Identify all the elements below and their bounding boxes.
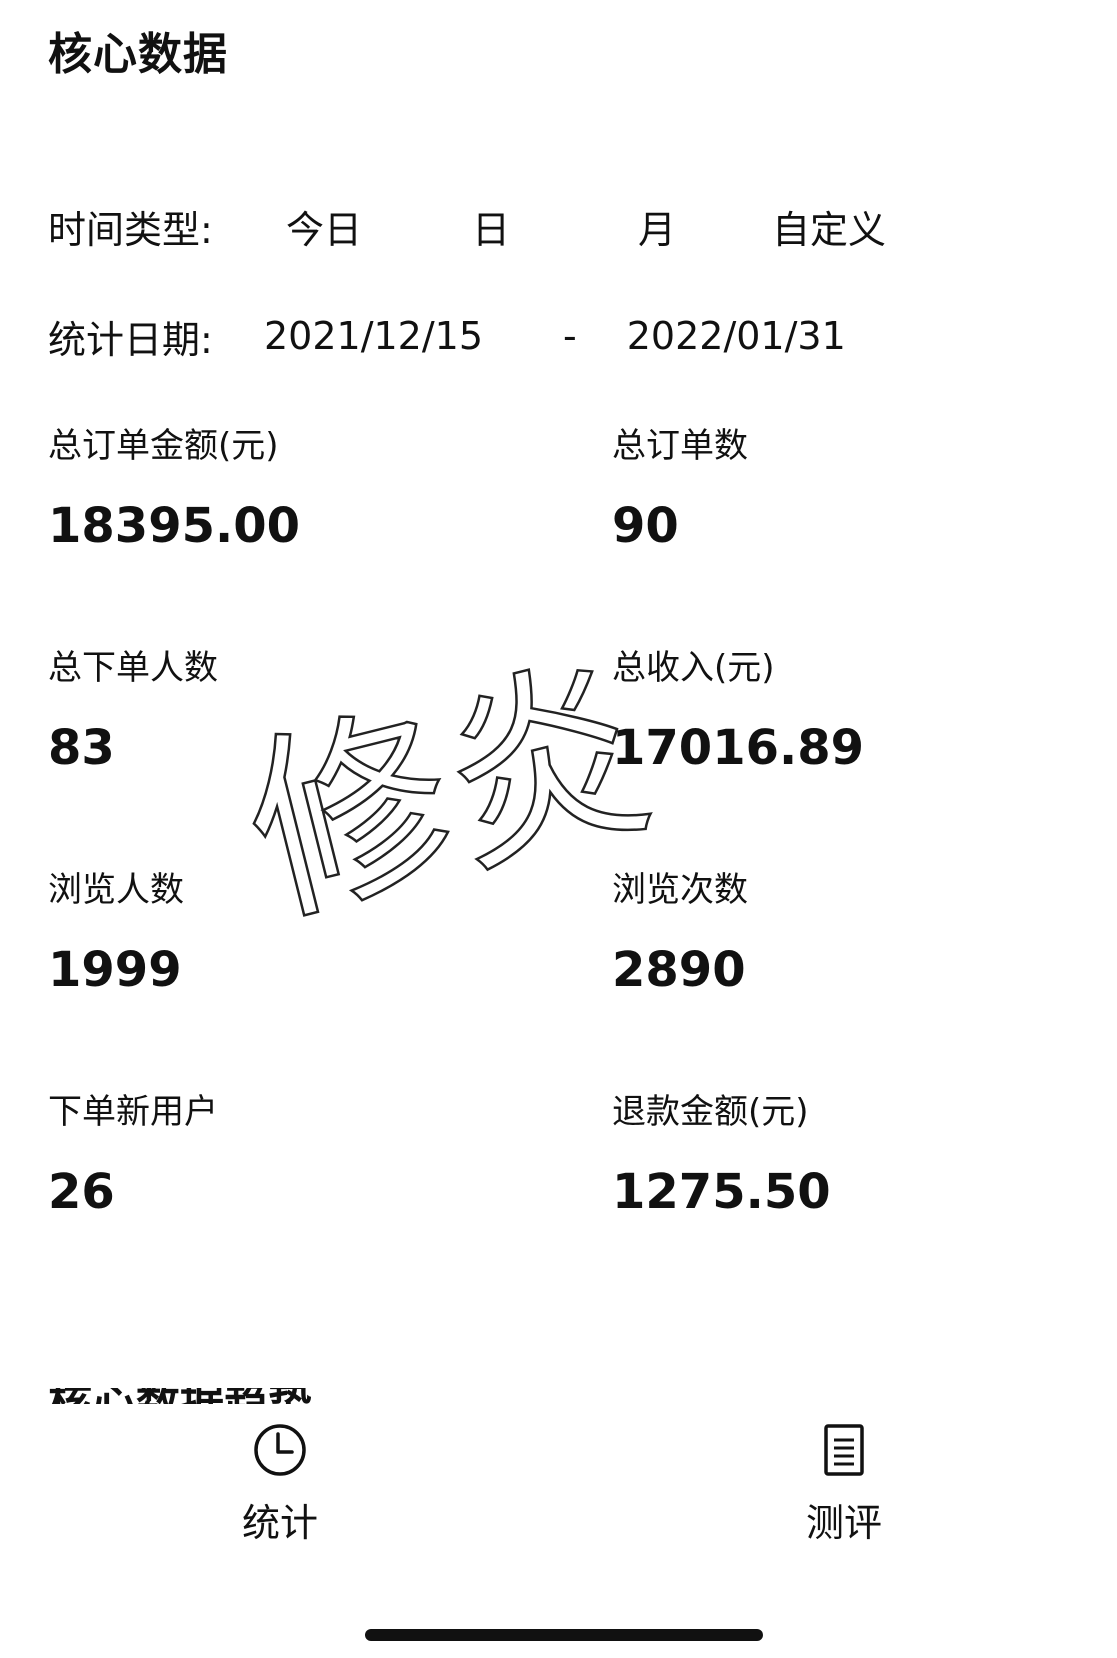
date-range-row: 统计日期: 2021/12/15 - 2022/01/31 — [48, 306, 846, 366]
tab-statistics[interactable]: 统计 — [200, 1422, 360, 1547]
home-indicator[interactable] — [365, 1629, 763, 1641]
metric-new-buyers: 下单新用户 26 — [48, 1090, 218, 1220]
metric-label: 总订单数 — [612, 426, 748, 466]
watermark-stamp: 修炎 — [245, 660, 665, 955]
tab-label: 测评 — [805, 1501, 882, 1545]
end-date-picker[interactable]: 2022/01/31 — [627, 314, 846, 358]
time-type-row: 时间类型: 今日 日 月 自定义 — [48, 196, 886, 256]
tab-bar: 统计 测评 — [0, 1404, 1117, 1658]
metric-label: 浏览次数 — [612, 870, 748, 910]
time-option-month[interactable]: 月 — [638, 199, 772, 254]
next-section-title: 核心数据趋势 — [48, 1388, 348, 1404]
document-list-icon — [824, 1424, 864, 1476]
date-label: 统计日期: — [48, 317, 213, 362]
metric-value: 17016.89 — [612, 720, 865, 776]
metric-total-orders: 总订单数 90 — [612, 424, 748, 554]
metric-value: 26 — [48, 1164, 115, 1220]
date-separator: - — [563, 314, 577, 358]
metric-label: 总下单人数 — [48, 648, 218, 688]
watermark-text: 修炎 — [245, 660, 665, 954]
metric-total-income: 总收入(元) 17016.89 — [612, 646, 864, 776]
time-option-day[interactable]: 日 — [472, 199, 638, 254]
time-option-custom[interactable]: 自定义 — [772, 199, 886, 254]
tab-label: 统计 — [241, 1501, 318, 1545]
page-title: 核心数据 — [48, 29, 228, 80]
metric-refund-amount: 退款金额(元) 1275.50 — [612, 1090, 831, 1220]
metric-value: 90 — [612, 498, 679, 554]
time-type-label: 时间类型: — [48, 207, 213, 252]
start-date-picker[interactable]: 2021/12/15 — [264, 314, 483, 358]
metric-page-views: 浏览次数 2890 — [612, 868, 748, 998]
metric-value: 1999 — [48, 942, 182, 998]
metric-unique-visitors: 浏览人数 1999 — [48, 868, 184, 998]
metric-value: 1275.50 — [612, 1164, 831, 1220]
metric-label: 浏览人数 — [48, 870, 184, 910]
metric-value: 18395.00 — [48, 498, 301, 554]
clock-icon — [254, 1424, 306, 1476]
metric-label: 退款金额(元) — [612, 1092, 809, 1132]
metric-value: 83 — [48, 720, 115, 776]
metric-label: 总订单金额(元) — [48, 426, 279, 466]
metric-total-buyers: 总下单人数 83 — [48, 646, 218, 776]
metric-label: 总收入(元) — [612, 648, 775, 688]
metric-label: 下单新用户 — [48, 1092, 218, 1132]
metric-total-order-amount: 总订单金额(元) 18395.00 — [48, 424, 300, 554]
tab-review[interactable]: 测评 — [764, 1422, 924, 1547]
metric-value: 2890 — [612, 942, 746, 998]
time-option-today[interactable]: 今日 — [286, 199, 472, 254]
